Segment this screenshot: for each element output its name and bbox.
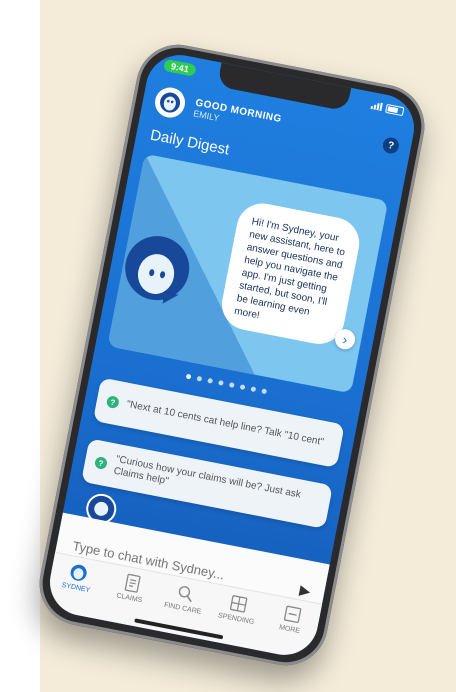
nav-item-claims[interactable]: CLAIMS bbox=[105, 570, 157, 607]
nav-label: MORE bbox=[278, 624, 301, 635]
nav-label: FIND CARE bbox=[163, 601, 202, 616]
search-icon bbox=[175, 583, 196, 604]
pager-dot[interactable] bbox=[218, 379, 224, 386]
sydney-avatar-icon[interactable] bbox=[152, 84, 188, 121]
suggestion-text: "Next at 10 cents cat help line? Talk "1… bbox=[125, 398, 325, 448]
help-button[interactable]: ? bbox=[381, 136, 401, 155]
app-screen: 9:41 GOOD MORNING EMILY ? Daily Digest H… bbox=[44, 49, 420, 661]
nav-label: SPENDING bbox=[217, 612, 255, 627]
nav-item-more[interactable]: MORE bbox=[265, 601, 317, 638]
speech-bubble: Hi! I'm Sydney, your new assistant, here… bbox=[217, 199, 364, 349]
greeting-block: GOOD MORNING EMILY bbox=[193, 97, 283, 134]
nav-label: SYDNEY bbox=[61, 581, 91, 595]
battery-icon bbox=[385, 103, 405, 116]
sydney-avatar-icon bbox=[68, 562, 89, 583]
pager-dot[interactable] bbox=[261, 388, 268, 395]
signal-icon bbox=[370, 101, 383, 112]
question-icon: ? bbox=[93, 455, 109, 471]
background-panel bbox=[0, 0, 40, 692]
pager-dot[interactable] bbox=[207, 377, 214, 384]
claims-document-icon bbox=[122, 573, 143, 594]
phone-device: 9:41 GOOD MORNING EMILY ? Daily Digest H… bbox=[32, 37, 432, 673]
nav-item-spending[interactable]: SPENDING bbox=[212, 590, 264, 627]
pager-dot[interactable] bbox=[239, 384, 246, 391]
pager-dot[interactable] bbox=[185, 373, 192, 380]
home-indicator bbox=[134, 618, 224, 640]
status-time: 9:41 bbox=[162, 58, 197, 77]
daily-digest-title: Daily Digest bbox=[148, 126, 231, 159]
nav-item-find-care[interactable]: FIND CARE bbox=[158, 580, 210, 617]
send-icon[interactable]: ▶ bbox=[298, 581, 312, 600]
nav-item-sydney[interactable]: SYDNEY bbox=[52, 559, 104, 596]
question-icon: ? bbox=[105, 395, 120, 410]
nav-label: CLAIMS bbox=[115, 592, 143, 605]
spending-icon bbox=[228, 593, 249, 614]
pager-dot[interactable] bbox=[196, 375, 203, 382]
status-indicators bbox=[370, 101, 405, 116]
more-icon bbox=[282, 604, 303, 625]
suggestion-text: "Curious how your claims will be? Just a… bbox=[112, 453, 302, 501]
digest-card[interactable]: Hi! I'm Sydney, your new assistant, here… bbox=[107, 153, 389, 394]
pager-dot[interactable] bbox=[228, 382, 235, 388]
pager-dot[interactable] bbox=[250, 386, 257, 393]
